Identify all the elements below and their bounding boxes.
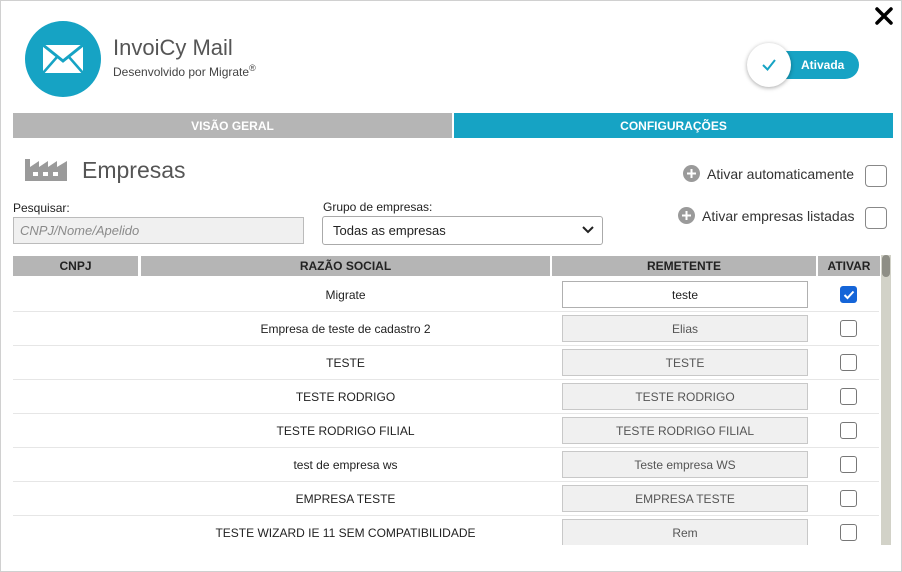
ativar-checkbox[interactable] bbox=[840, 286, 857, 303]
remetente-input[interactable]: EMPRESA TESTE bbox=[562, 485, 808, 512]
ativar-checkbox[interactable] bbox=[840, 422, 857, 439]
app-subtitle: Desenvolvido por Migrate® bbox=[113, 63, 256, 79]
search-input[interactable] bbox=[13, 217, 304, 244]
column-header-cnpj: CNPJ bbox=[13, 256, 138, 276]
auto-activate-option: Ativar automaticamente bbox=[683, 165, 854, 182]
column-header-ativar: ATIVAR bbox=[818, 256, 880, 276]
app-title: InvoiCy Mail bbox=[113, 35, 233, 60]
ativar-checkbox[interactable] bbox=[840, 524, 857, 541]
remetente-input[interactable]: Teste empresa WS bbox=[562, 451, 808, 478]
activate-listed-checkbox[interactable] bbox=[865, 207, 887, 229]
ativar-checkbox[interactable] bbox=[840, 320, 857, 337]
plus-circle-icon[interactable] bbox=[678, 207, 695, 224]
company-group-value: Todas as empresas bbox=[333, 223, 446, 238]
invoicy-mail-dialog: InvoiCy Mail Desenvolvido por Migrate® A… bbox=[0, 0, 902, 572]
remetente-input[interactable]: TESTE RODRIGO bbox=[562, 383, 808, 410]
remetente-input[interactable]: teste bbox=[562, 281, 808, 308]
razao-social-cell: TESTE bbox=[326, 356, 365, 370]
search-label: Pesquisar: bbox=[13, 201, 70, 215]
tab-bar: VISÃO GERAL CONFIGURAÇÕES bbox=[13, 113, 893, 138]
ativar-checkbox[interactable] bbox=[840, 354, 857, 371]
activate-listed-option: Ativar empresas listadas bbox=[678, 207, 855, 224]
section-title: Empresas bbox=[82, 157, 186, 183]
checkmark-icon bbox=[762, 59, 776, 72]
table-row: Migrate teste bbox=[13, 278, 879, 312]
registered-mark: ® bbox=[249, 63, 256, 73]
activate-listed-label: Ativar empresas listadas bbox=[702, 207, 855, 224]
close-icon[interactable] bbox=[873, 5, 895, 27]
factory-icon bbox=[25, 159, 67, 181]
razao-social-cell: Empresa de teste de cadastro 2 bbox=[260, 322, 431, 336]
table-scrollbar[interactable] bbox=[881, 255, 891, 545]
column-header-razao-social: RAZÃO SOCIAL bbox=[141, 256, 550, 276]
auto-activate-label: Ativar automaticamente bbox=[707, 165, 855, 182]
table-row: TESTE RODRIGO FILIAL TESTE RODRIGO FILIAL bbox=[13, 414, 879, 448]
app-subtitle-text: Desenvolvido por Migrate bbox=[113, 65, 250, 79]
column-header-remetente: REMETENTE bbox=[552, 256, 816, 276]
app-logo bbox=[25, 21, 101, 97]
table-row: Empresa de teste de cadastro 2 Elias bbox=[13, 312, 879, 346]
table-row: test de empresa ws Teste empresa WS bbox=[13, 448, 879, 482]
razao-social-cell: TESTE RODRIGO bbox=[295, 390, 396, 404]
toggle-label: Ativada bbox=[801, 58, 845, 72]
remetente-input[interactable]: Rem bbox=[562, 519, 808, 545]
company-group-select[interactable]: Todas as empresas bbox=[322, 216, 603, 245]
plus-circle-icon[interactable] bbox=[683, 165, 700, 182]
table-row: TESTE WIZARD IE 11 SEM COMPATIBILIDADE Re… bbox=[13, 516, 879, 545]
scrollbar-thumb[interactable] bbox=[882, 255, 890, 277]
envelope-icon bbox=[42, 44, 84, 74]
table-row: EMPRESA TESTE EMPRESA TESTE bbox=[13, 482, 879, 516]
razao-social-cell: Migrate bbox=[325, 288, 366, 302]
razao-social-cell: test de empresa ws bbox=[293, 458, 398, 472]
ativar-checkbox[interactable] bbox=[840, 456, 857, 473]
tab-configuracoes[interactable]: CONFIGURAÇÕES bbox=[454, 113, 893, 138]
companies-table-body: Migrate teste Empresa de teste de cadastro… bbox=[13, 278, 879, 545]
toggle-knob bbox=[747, 43, 791, 87]
chevron-down-icon bbox=[582, 226, 594, 234]
auto-activate-checkbox[interactable] bbox=[865, 165, 887, 187]
razao-social-cell: TESTE RODRIGO FILIAL bbox=[276, 424, 415, 438]
activation-toggle[interactable]: Ativada bbox=[747, 43, 861, 87]
remetente-input[interactable]: Elias bbox=[562, 315, 808, 342]
remetente-input[interactable]: TESTE RODRIGO FILIAL bbox=[562, 417, 808, 444]
table-row: TESTE RODRIGO TESTE RODRIGO bbox=[13, 380, 879, 414]
razao-social-cell: TESTE WIZARD IE 11 SEM COMPATIBILIDADE bbox=[215, 526, 476, 540]
table-row: TESTE TESTE bbox=[13, 346, 879, 380]
ativar-checkbox[interactable] bbox=[840, 490, 857, 507]
razao-social-cell: EMPRESA TESTE bbox=[295, 492, 396, 506]
tab-visao-geral[interactable]: VISÃO GERAL bbox=[13, 113, 452, 138]
ativar-checkbox[interactable] bbox=[840, 388, 857, 405]
checkmark-icon bbox=[843, 290, 854, 299]
remetente-input[interactable]: TESTE bbox=[562, 349, 808, 376]
group-label: Grupo de empresas: bbox=[323, 200, 433, 214]
